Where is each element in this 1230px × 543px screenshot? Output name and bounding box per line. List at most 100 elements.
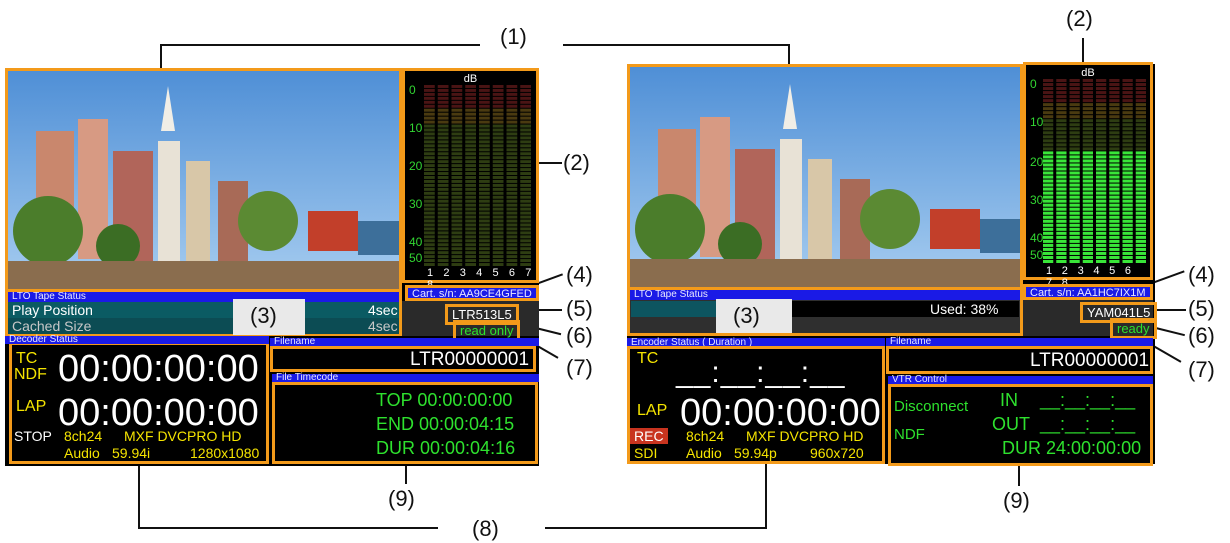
meter-segment: [1096, 183, 1107, 187]
meter-segment: [520, 203, 531, 207]
meter-segment: [506, 243, 518, 247]
meter-segment: [1109, 79, 1120, 83]
meter-segment: [451, 172, 463, 175]
meter-segment: [1096, 143, 1107, 147]
meter-segment: [1135, 255, 1146, 259]
meter-segment: [424, 239, 435, 243]
left-filename: LTR00000001: [410, 349, 530, 370]
meter-segment: [479, 136, 490, 140]
meter-segment: [1056, 87, 1067, 91]
callout-4-right: (4): [1188, 262, 1215, 287]
meter-segment: [1096, 203, 1107, 207]
meter-segment: [506, 199, 518, 203]
meter-segment: [479, 112, 490, 116]
meter-segment: [1135, 151, 1146, 155]
meter-segment: [492, 116, 504, 120]
meter-ch-4: 4: [1093, 265, 1103, 277]
meter-segment: [479, 215, 490, 219]
left-video-preview: [5, 68, 402, 292]
meter-segment: [465, 203, 476, 207]
meter-segment: [1043, 107, 1054, 111]
meter-segment: [1069, 151, 1080, 155]
meter-segment: [465, 251, 476, 255]
meter-segment: [1056, 99, 1067, 103]
meter-segment: [1135, 179, 1146, 183]
meter-segment: [1122, 119, 1133, 123]
meter-segment: [479, 144, 490, 148]
meter-segment: [1043, 215, 1054, 219]
meter-scale-20: 20: [1030, 155, 1044, 169]
meter-segment: [437, 247, 449, 251]
meter-segment: [1096, 99, 1107, 103]
meter-segment: [479, 207, 490, 211]
decoder-status-header: Decoder Status: [5, 335, 269, 345]
meter-ch-3: 3: [459, 267, 470, 279]
meter-segment: [1109, 247, 1120, 251]
meter-segment: [1056, 175, 1067, 179]
meter-segment: [437, 172, 449, 175]
meter-segment: [424, 164, 435, 168]
leader-9-right: [1018, 466, 1020, 486]
meter-segment: [479, 148, 490, 152]
meter-segment: [451, 164, 463, 168]
decoder-ndf-label: NDF: [14, 366, 47, 383]
meter-segment: [1056, 159, 1067, 163]
meter-segment: [451, 199, 463, 203]
meter-segment: [506, 156, 518, 160]
meter-segment: [1122, 251, 1133, 255]
meter-segment: [1122, 191, 1133, 195]
meter-segment: [520, 104, 531, 108]
meter-segment: [492, 96, 504, 100]
meter-segment: [1082, 139, 1093, 143]
meter-segment: [437, 168, 449, 172]
meter-segment: [506, 219, 518, 223]
meter-segment: [1069, 167, 1080, 171]
meter-segment: [465, 247, 476, 251]
decoder-audio-channels: 8ch24: [64, 428, 103, 444]
meter-segment: [1069, 211, 1080, 215]
meter-segment: [1122, 231, 1133, 235]
meter-segment: [520, 219, 531, 223]
meter-segment: [479, 176, 490, 179]
meter-segment: [1082, 191, 1093, 195]
meter-segment: [1043, 135, 1054, 139]
meter-segment: [1122, 219, 1133, 223]
meter-segment: [1135, 259, 1146, 263]
meter-segment: [520, 183, 531, 187]
meter-segment: [437, 255, 449, 259]
meter-segment: [451, 156, 463, 160]
meter-segment: [1096, 103, 1107, 107]
meter-segment: [1122, 171, 1133, 175]
meter-segment: [424, 215, 435, 219]
meter-segment: [1096, 155, 1107, 159]
meter-segment: [520, 100, 531, 104]
meter-segment: [1056, 203, 1067, 207]
meter-scale-10: 10: [409, 121, 423, 135]
meter-segment: [506, 104, 518, 108]
meter-segment: [1043, 87, 1054, 91]
meter-segment: [492, 207, 504, 211]
meter-segment: [1122, 243, 1133, 247]
meter-segment: [1109, 259, 1120, 263]
meter-segment: [1122, 151, 1133, 155]
meter-segment: [437, 96, 449, 100]
meter-segment: [479, 203, 490, 207]
meter-segment: [1109, 223, 1120, 227]
meter-scale-30: 30: [409, 197, 423, 211]
meter-segment: [1069, 163, 1080, 167]
meter-segment: [1043, 175, 1054, 179]
meter-segment: [424, 85, 435, 88]
meter-segment: [424, 124, 435, 128]
meter-segment: [506, 187, 518, 191]
meter-segment: [1122, 143, 1133, 147]
meter-segment: [1122, 259, 1133, 263]
meter-segment: [1056, 207, 1067, 211]
meter-segment: [437, 243, 449, 247]
meter-segment: [437, 223, 449, 227]
meter-segment: [1096, 119, 1107, 123]
right-filename-header: Filename: [886, 337, 1153, 347]
meter-segment: [437, 179, 449, 183]
meter-segment: [1069, 235, 1080, 239]
meter-segment: [1069, 123, 1080, 127]
meter-segment: [437, 164, 449, 168]
